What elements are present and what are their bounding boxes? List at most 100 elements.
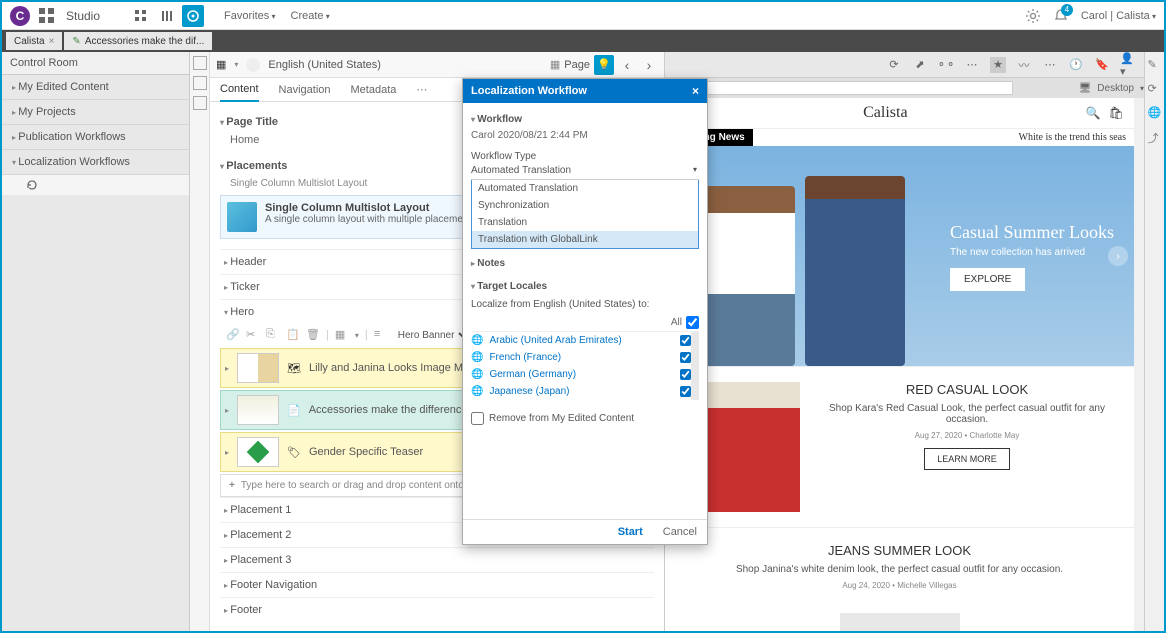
user-menu[interactable]: Carol | Calista: [1081, 10, 1156, 22]
workflow-section-header[interactable]: Workflow: [471, 111, 699, 128]
cut-icon[interactable]: ✂: [246, 328, 260, 342]
explore-button[interactable]: EXPLORE: [950, 268, 1025, 291]
locale-all-header: All: [471, 314, 699, 332]
share-icon[interactable]: ⤴: [1148, 130, 1162, 144]
notification-icon[interactable]: 4: [1053, 8, 1069, 24]
option-sync[interactable]: Synchronization: [472, 197, 698, 214]
sidebar-item-edited[interactable]: My Edited Content: [2, 75, 189, 100]
copy-icon[interactable]: ⎘: [266, 328, 280, 342]
nav-next-icon[interactable]: ›: [640, 56, 658, 74]
bookmark-icon[interactable]: 🔖: [1094, 57, 1110, 73]
dropdown-icon[interactable]: ▾: [234, 60, 238, 69]
notes-section-header[interactable]: Notes: [471, 255, 699, 272]
cart-icon[interactable]: 🛍: [1109, 106, 1124, 120]
locale-link[interactable]: French (France): [489, 352, 674, 363]
sidebar-item-publication[interactable]: Publication Workflows: [2, 125, 189, 150]
chevron-down-icon[interactable]: ▾: [1140, 84, 1144, 93]
gear-icon[interactable]: [1025, 8, 1041, 24]
nav-prev-icon[interactable]: ‹: [618, 56, 636, 74]
page-type-label: Page: [564, 59, 590, 71]
vtool-1[interactable]: [193, 56, 207, 70]
workflow-type-select[interactable]: Automated Translation: [471, 162, 699, 180]
user-icon[interactable]: 👤▾: [1120, 57, 1136, 73]
locale-checkbox[interactable]: [680, 335, 691, 346]
format-icon[interactable]: ▦: [335, 328, 349, 342]
device-label[interactable]: Desktop: [1097, 83, 1134, 94]
refresh-icon[interactable]: ⟳: [886, 57, 902, 73]
slot-footer-nav[interactable]: Footer Navigation: [220, 572, 654, 597]
more-icon-2[interactable]: ⋯: [1042, 57, 1058, 73]
brand-logo[interactable]: Calista: [863, 104, 907, 122]
app-logo[interactable]: C: [10, 6, 30, 26]
sidebar-item-localization[interactable]: Localization Workflows: [2, 150, 189, 175]
grid-view-icon[interactable]: [130, 5, 152, 27]
vtool-2[interactable]: [193, 76, 207, 90]
tab-content[interactable]: Content: [220, 78, 259, 102]
clock-icon[interactable]: 🕐: [1068, 57, 1084, 73]
sidebar-item-projects[interactable]: My Projects: [2, 100, 189, 125]
bulb-icon[interactable]: 💡: [594, 55, 614, 75]
locale-checkbox[interactable]: [680, 386, 691, 397]
cancel-button[interactable]: Cancel: [663, 526, 697, 538]
right-toolbar: ✎ ⟳ 🌐 ⤴: [1144, 52, 1164, 631]
favorites-menu[interactable]: Favorites: [224, 10, 276, 22]
drag-handle-icon[interactable]: ▸: [225, 364, 229, 373]
tab-metadata[interactable]: Metadata: [351, 79, 397, 101]
vtool-3[interactable]: [193, 96, 207, 110]
doc-type-icon[interactable]: ▦: [216, 58, 226, 71]
list-icon[interactable]: ≡: [374, 328, 388, 342]
drag-handle-icon[interactable]: ▸: [225, 448, 229, 457]
globe-icon[interactable]: 🌐: [1148, 106, 1162, 120]
sync-icon[interactable]: ⟳: [1148, 82, 1162, 96]
more-icon[interactable]: ⋯: [964, 57, 980, 73]
hero-title: Casual Summer Looks: [950, 222, 1114, 243]
close-icon[interactable]: ×: [49, 36, 55, 47]
external-icon[interactable]: ⬈: [912, 57, 928, 73]
locale-checkbox[interactable]: [680, 369, 691, 380]
start-button[interactable]: Start: [618, 526, 643, 538]
search-icon[interactable]: 🔍: [1086, 106, 1101, 120]
wave-icon[interactable]: 〰: [1016, 57, 1032, 73]
option-automated[interactable]: Automated Translation: [472, 180, 698, 197]
option-translation[interactable]: Translation: [472, 214, 698, 231]
learn-more-button[interactable]: LEARN MORE: [924, 448, 1010, 470]
locale-checkbox[interactable]: [680, 352, 691, 363]
desktop-icon[interactable]: 🖥: [1079, 83, 1092, 94]
create-menu[interactable]: Create: [291, 10, 330, 22]
all-checkbox[interactable]: [686, 316, 699, 329]
slot-footer[interactable]: Footer: [220, 597, 654, 622]
globe-icon: 🌐: [471, 386, 483, 397]
delete-icon[interactable]: 🗑: [306, 328, 320, 342]
locale-link[interactable]: German (Germany): [489, 369, 674, 380]
left-panel: Control Room My Edited Content My Projec…: [2, 52, 190, 631]
hero-type-select[interactable]: Hero Banner: [394, 329, 471, 342]
tab-calista[interactable]: Calista ×: [6, 32, 62, 50]
target-view-icon[interactable]: [182, 5, 204, 27]
drag-handle-icon[interactable]: ▸: [225, 406, 229, 415]
locale-german: 🌐 German (Germany): [471, 366, 691, 383]
localization-workflow-modal: Localization Workflow × Workflow Carol 2…: [462, 78, 708, 545]
library-view-icon[interactable]: [156, 5, 178, 27]
option-globallink[interactable]: Translation with GlobalLink: [472, 231, 698, 248]
article-meta: Aug 27, 2020 • Charlotte May: [815, 431, 1119, 440]
carousel-next-icon[interactable]: ›: [1108, 246, 1128, 266]
slot-placement-3[interactable]: Placement 3: [220, 547, 654, 572]
refresh-icon[interactable]: [22, 175, 189, 195]
apps-icon[interactable]: [38, 7, 56, 25]
remove-checkbox[interactable]: [471, 412, 484, 425]
language-label[interactable]: English (United States): [268, 59, 381, 71]
share-icon[interactable]: ⚬⚬: [938, 57, 954, 73]
star-icon[interactable]: ★: [990, 57, 1006, 73]
paste-icon[interactable]: 📋: [286, 328, 300, 342]
target-locales-header[interactable]: Target Locales: [471, 278, 699, 295]
edit-icon[interactable]: ✎: [1148, 58, 1162, 72]
tab-accessories[interactable]: ✎ Accessories make the dif...: [64, 32, 212, 50]
modal-title: Localization Workflow: [471, 85, 587, 97]
tab-navigation[interactable]: Navigation: [279, 79, 331, 101]
locale-link[interactable]: Arabic (United Arab Emirates): [489, 335, 674, 346]
locale-link[interactable]: Japanese (Japan): [489, 386, 674, 397]
url-field[interactable]: [671, 81, 1013, 95]
more-icon[interactable]: ⋯: [416, 83, 427, 96]
link-icon[interactable]: 🔗: [226, 328, 240, 342]
close-icon[interactable]: ×: [692, 84, 699, 98]
